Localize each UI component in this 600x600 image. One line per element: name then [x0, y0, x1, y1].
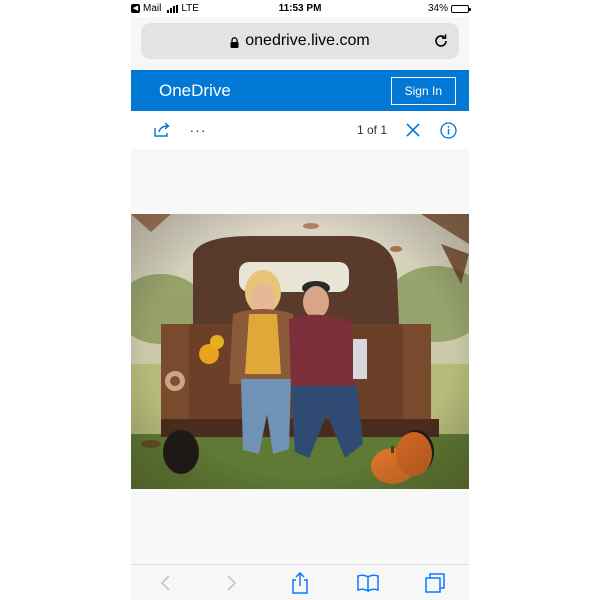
info-icon[interactable]	[439, 121, 457, 139]
onedrive-logo-text[interactable]: OneDrive	[159, 81, 231, 101]
cellular-signal-icon	[167, 4, 179, 13]
forward-icon[interactable]	[220, 571, 244, 595]
back-arrow-icon[interactable]: ◀	[131, 4, 140, 13]
lock-icon	[230, 36, 239, 48]
onedrive-header: OneDrive Sign In	[131, 70, 469, 111]
close-icon[interactable]	[404, 121, 422, 139]
sign-in-button[interactable]: Sign In	[390, 76, 456, 105]
network-type: LTE	[181, 3, 199, 14]
back-app-label[interactable]: Mail	[143, 3, 161, 14]
tabs-icon[interactable]	[423, 571, 447, 595]
photo-viewer	[131, 149, 469, 564]
reload-icon[interactable]	[433, 33, 449, 49]
photo[interactable]	[131, 214, 469, 489]
more-icon[interactable]: ···	[189, 123, 207, 137]
share-icon[interactable]	[153, 121, 171, 139]
back-icon[interactable]	[153, 571, 177, 595]
share-icon[interactable]	[288, 571, 312, 595]
browser-address-area: onedrive.live.com	[131, 17, 469, 70]
url-text[interactable]: onedrive.live.com	[245, 32, 370, 50]
battery-icon	[451, 4, 471, 13]
browser-bottom-toolbar	[131, 564, 469, 600]
viewer-toolbar: ··· 1 of 1	[131, 111, 469, 149]
battery-percentage: 34%	[427, 3, 448, 14]
address-bar[interactable]: onedrive.live.com	[141, 23, 459, 59]
bookmarks-icon[interactable]	[356, 571, 380, 595]
status-bar: ◀ Mail LTE 11:53 PM 34%	[131, 0, 471, 17]
page-counter: 1 of 1	[356, 123, 387, 137]
